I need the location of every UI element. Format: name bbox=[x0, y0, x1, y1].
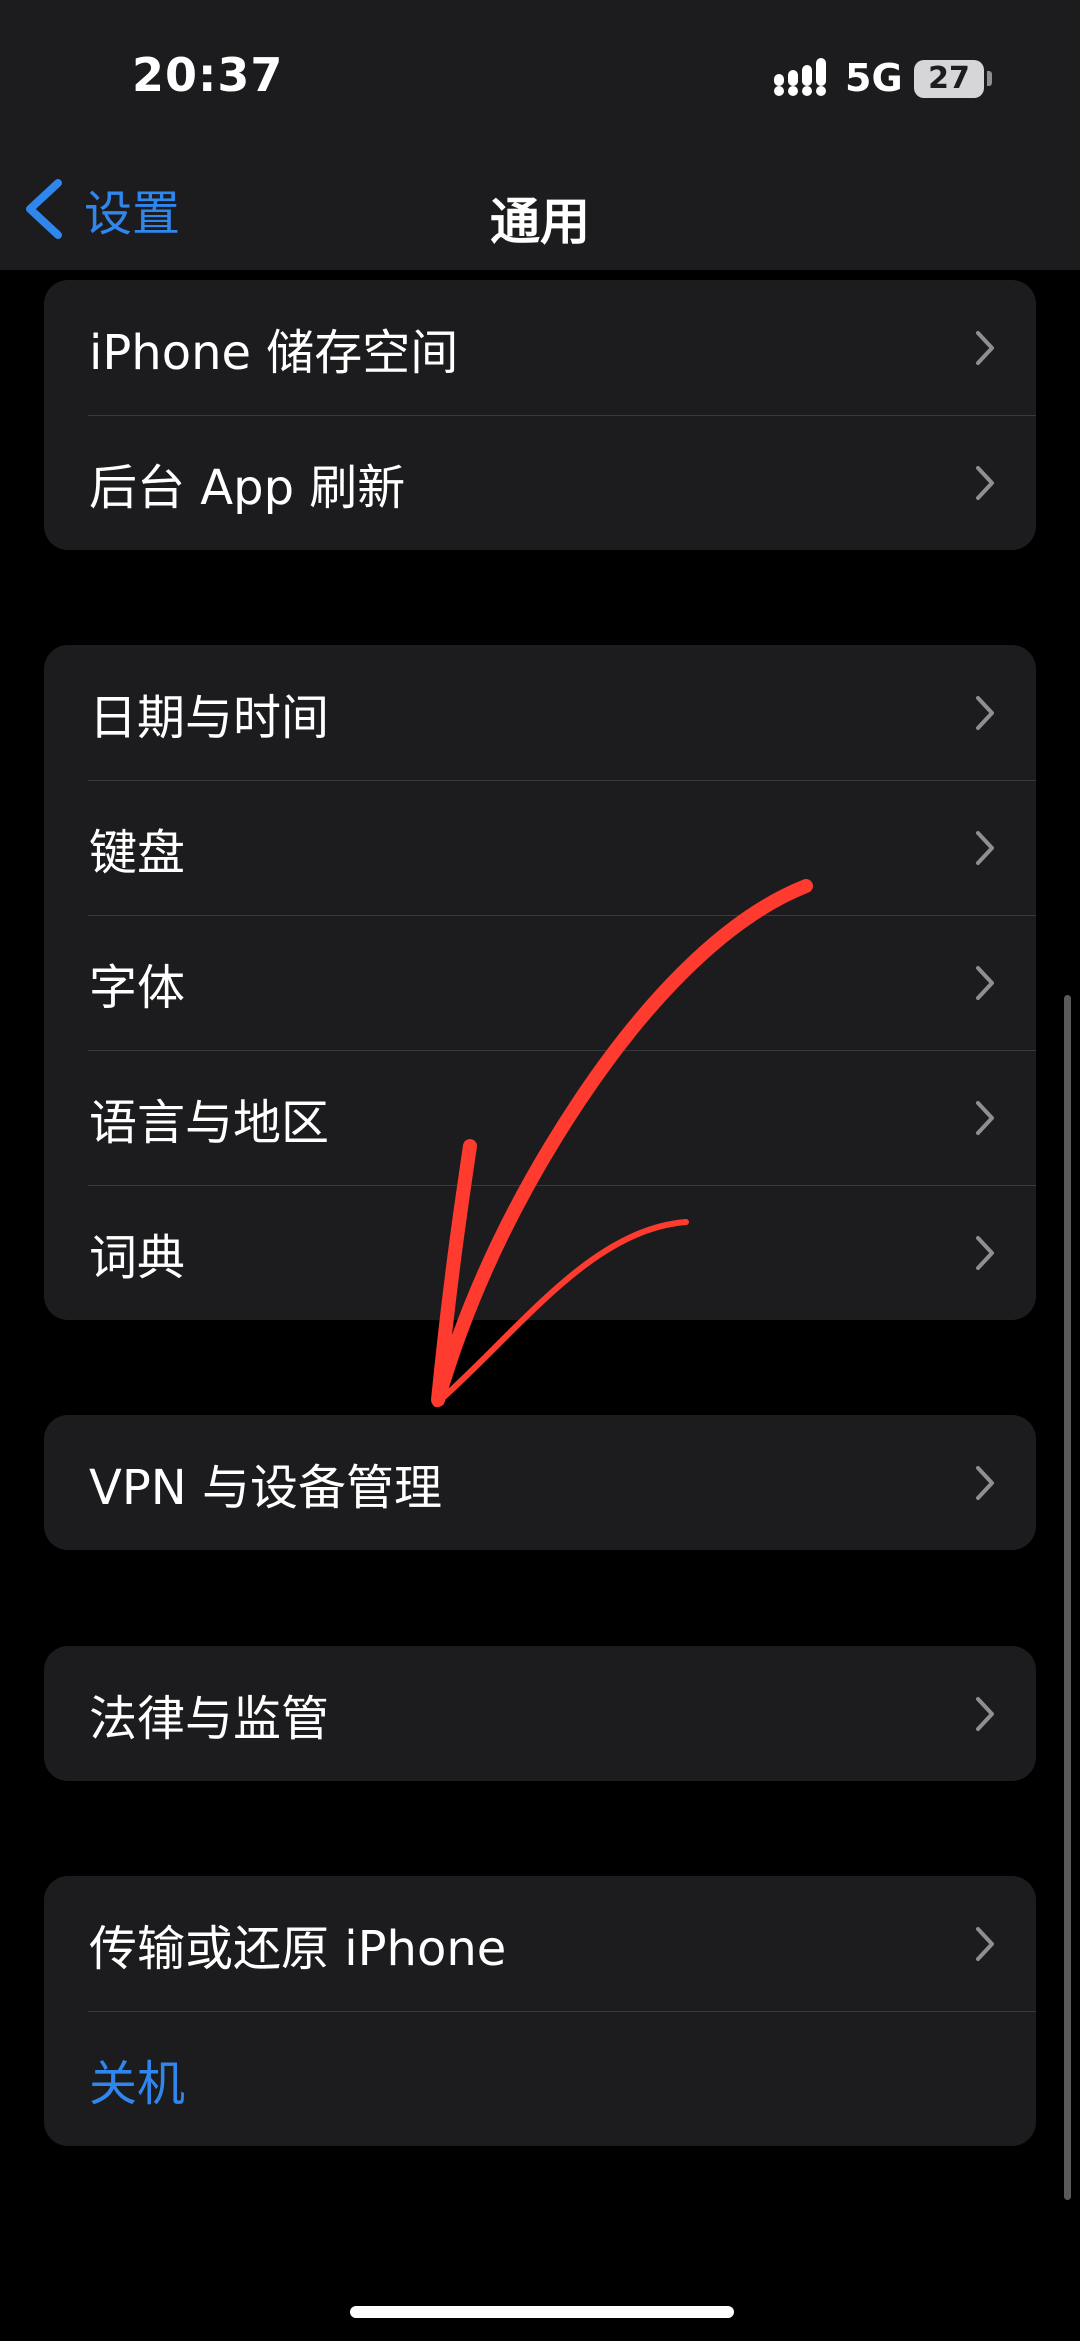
chevron-right-icon bbox=[976, 330, 994, 365]
settings-group-locale: 日期与时间 键盘 字体 语言与地区 词典 bbox=[44, 645, 1036, 1320]
row-label: 词典 bbox=[89, 1229, 186, 1286]
network-type: 5G bbox=[845, 56, 903, 100]
settings-row-vpn-device-management[interactable]: VPN 与设备管理 bbox=[44, 1415, 1036, 1550]
chevron-right-icon bbox=[976, 830, 994, 865]
settings-row-dictionary[interactable]: 词典 bbox=[44, 1185, 1036, 1320]
row-label: 字体 bbox=[89, 959, 186, 1016]
settings-row-date-time[interactable]: 日期与时间 bbox=[44, 645, 1036, 780]
chevron-right-icon bbox=[976, 695, 994, 730]
chevron-right-icon bbox=[976, 1465, 994, 1500]
settings-row-background-app-refresh[interactable]: 后台 App 刷新 bbox=[44, 415, 1036, 550]
navigation-bar: 设置 通用 bbox=[0, 150, 1080, 270]
chevron-right-icon bbox=[976, 465, 994, 500]
settings-group-legal: 法律与监管 bbox=[44, 1646, 1036, 1781]
status-time: 20:37 bbox=[132, 48, 284, 102]
page-title: 通用 bbox=[490, 193, 590, 251]
settings-row-fonts[interactable]: 字体 bbox=[44, 915, 1036, 1050]
row-label: 语言与地区 bbox=[89, 1094, 330, 1151]
battery-icon: 27 bbox=[914, 60, 984, 98]
chevron-right-icon bbox=[976, 1696, 994, 1731]
settings-row-language-region[interactable]: 语言与地区 bbox=[44, 1050, 1036, 1185]
row-label: 关机 bbox=[89, 2055, 186, 2112]
status-bar: 20:37 5G 27 bbox=[0, 0, 1080, 150]
battery-cap bbox=[987, 71, 992, 86]
row-label: 日期与时间 bbox=[89, 689, 330, 746]
row-label: 法律与监管 bbox=[89, 1690, 330, 1747]
row-label: iPhone 储存空间 bbox=[89, 324, 459, 381]
battery-level: 27 bbox=[928, 61, 970, 96]
row-label: VPN 与设备管理 bbox=[89, 1459, 442, 1516]
row-label: 键盘 bbox=[89, 824, 186, 881]
shut-down-button[interactable]: 关机 bbox=[44, 2011, 1036, 2146]
scrollbar[interactable] bbox=[1064, 995, 1071, 2200]
chevron-right-icon bbox=[976, 1235, 994, 1270]
settings-group-vpn: VPN 与设备管理 bbox=[44, 1415, 1036, 1550]
cellular-signal-icon bbox=[774, 58, 826, 96]
settings-row-iphone-storage[interactable]: iPhone 储存空间 bbox=[44, 280, 1036, 415]
settings-row-transfer-reset[interactable]: 传输或还原 iPhone bbox=[44, 1876, 1036, 2011]
chevron-right-icon bbox=[976, 1926, 994, 1961]
row-label: 后台 App 刷新 bbox=[89, 459, 406, 516]
chevron-right-icon bbox=[976, 1100, 994, 1135]
settings-row-keyboard[interactable]: 键盘 bbox=[44, 780, 1036, 915]
settings-group-storage: iPhone 储存空间 后台 App 刷新 bbox=[44, 280, 1036, 550]
settings-row-legal-regulatory[interactable]: 法律与监管 bbox=[44, 1646, 1036, 1781]
home-indicator bbox=[350, 2306, 734, 2318]
row-label: 传输或还原 iPhone bbox=[89, 1920, 507, 1977]
settings-group-reset: 传输或还原 iPhone 关机 bbox=[44, 1876, 1036, 2146]
chevron-right-icon bbox=[976, 965, 994, 1000]
